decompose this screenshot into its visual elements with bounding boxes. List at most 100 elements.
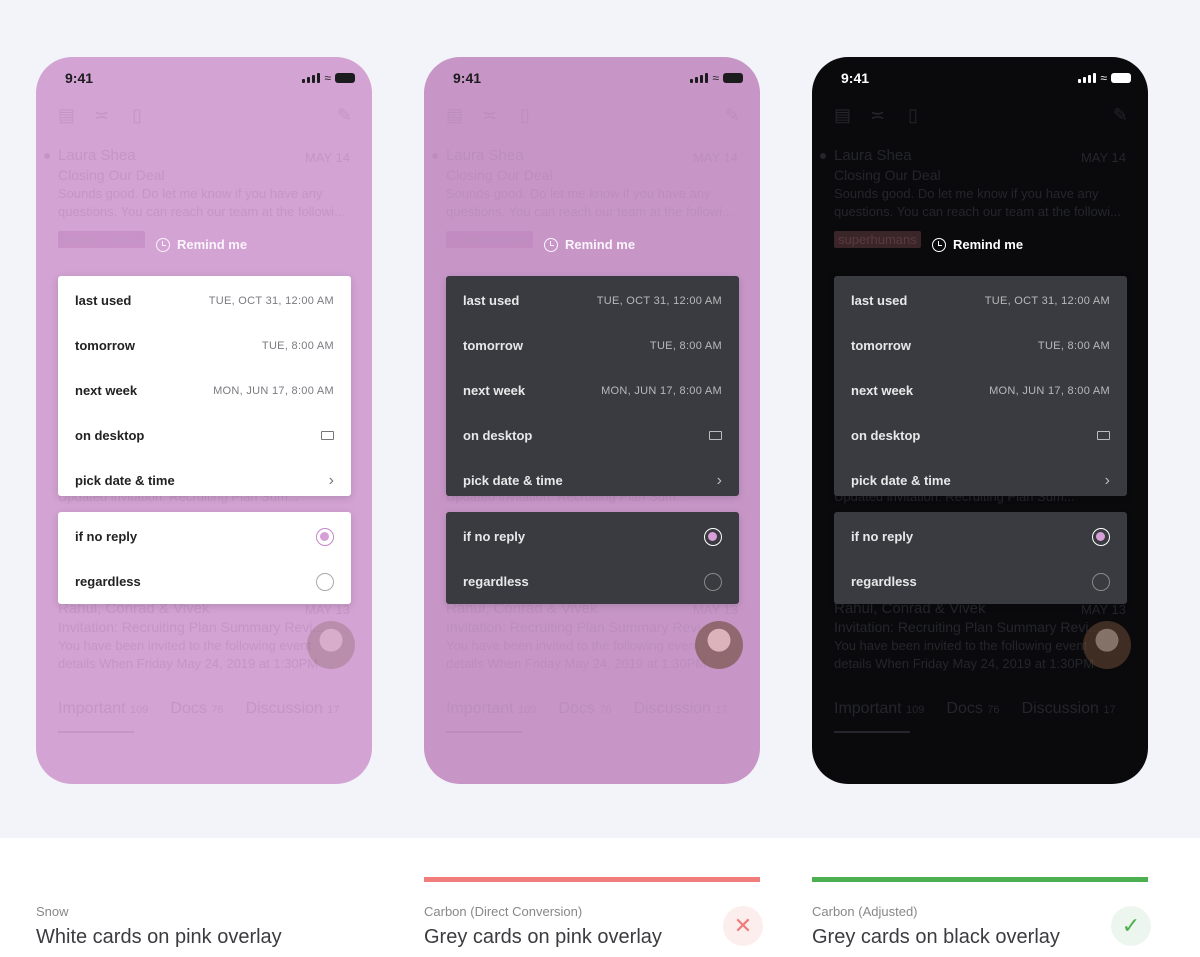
menu-item-last-used[interactable]: last used TUE, OCT 31, 12:00 AM xyxy=(834,279,1127,322)
tab-docs[interactable]: Docs 76 xyxy=(170,700,223,718)
phone-carbon-adjusted: 9:41 ≈ ▤ ≍ ▯ ✎ Laura Shea MAY 14 Closing… xyxy=(812,57,1148,784)
sender-name[interactable]: Laura Shea xyxy=(58,147,136,164)
laptop-icon xyxy=(1097,431,1110,440)
radio-unselected-icon[interactable] xyxy=(316,572,334,591)
tab-underline xyxy=(834,731,910,733)
email-snippet: details When Friday May 24, 2019 at 1:30… xyxy=(446,656,707,671)
avatar xyxy=(1083,621,1131,669)
sender-name[interactable]: Laura Shea xyxy=(446,147,524,164)
option-regardless[interactable]: regardless xyxy=(446,560,739,603)
caption-subtitle: Carbon (Direct Conversion) xyxy=(424,904,583,919)
document-icon[interactable]: ▯ xyxy=(132,105,142,126)
menu-item-next-week[interactable]: next week MON, JUN 17, 8:00 AM xyxy=(834,369,1127,412)
close-icon: ✕ xyxy=(723,906,763,946)
tab-discussion[interactable]: Discussion 17 xyxy=(246,700,340,718)
menu-item-pick-date-time[interactable]: pick date & time › xyxy=(58,459,351,502)
menu-item-tomorrow[interactable]: tomorrow TUE, 8:00 AM xyxy=(446,324,739,367)
checkmark-icon: ✓ xyxy=(1111,906,1151,946)
menu-item-pick-date-time[interactable]: pick date & time › xyxy=(446,459,739,502)
caption-subtitle: Snow xyxy=(36,904,69,919)
option-if-no-reply[interactable]: if no reply xyxy=(58,515,351,558)
compose-icon[interactable]: ✎ xyxy=(725,105,740,126)
document-icon[interactable]: ▯ xyxy=(908,105,918,126)
avatar xyxy=(307,621,355,669)
email-subject: Closing Our Deal xyxy=(834,167,941,183)
signal-icon xyxy=(690,73,709,83)
clock-icon xyxy=(932,237,946,252)
status-time: 9:41 xyxy=(453,70,482,86)
chat-icon[interactable]: ▤ xyxy=(446,105,463,126)
document-icon[interactable]: ▯ xyxy=(520,105,530,126)
remind-time-menu: last used TUE, OCT 31, 12:00 AM tomorrow T… xyxy=(834,276,1127,496)
wifi-icon: ≈ xyxy=(712,71,719,85)
option-regardless[interactable]: regardless xyxy=(834,560,1127,603)
radio-unselected-icon[interactable] xyxy=(704,572,722,591)
phone-carbon-direct: 9:41 ≈ ▤ ≍ ▯ ✎ Laura Shea MAY 14 Closing… xyxy=(424,57,760,784)
clock-icon xyxy=(544,237,558,252)
clock-icon xyxy=(156,237,170,252)
caption-subtitle: Carbon (Adjusted) xyxy=(812,904,918,919)
menu-item-on-desktop[interactable]: on desktop xyxy=(446,414,739,457)
email-date: MAY 14 xyxy=(304,150,350,165)
radio-selected-icon[interactable] xyxy=(704,527,722,546)
menu-item-tomorrow[interactable]: tomorrow TUE, 8:00 AM xyxy=(58,324,351,367)
remind-me-title: Remind me xyxy=(156,237,247,252)
email-snippet: details When Friday May 24, 2019 at 1:30… xyxy=(834,656,1095,671)
remind-time-menu: last used TUE, OCT 31, 12:00 AM tomorrow T… xyxy=(446,276,739,496)
laptop-icon xyxy=(321,431,334,440)
email-snippet: questions. You can reach our team at the… xyxy=(446,204,733,219)
label-tag: superhumans xyxy=(58,231,145,248)
radio-selected-icon[interactable] xyxy=(1092,527,1110,546)
tab-bar: Important 109 Docs 76 Discussion 17 xyxy=(446,700,728,718)
unread-dot xyxy=(820,153,826,159)
tab-discussion[interactable]: Discussion 17 xyxy=(634,700,728,718)
chat-icon[interactable]: ▤ xyxy=(834,105,851,126)
option-if-no-reply[interactable]: if no reply xyxy=(834,515,1127,558)
email-snippet: Sounds good. Do let me know if you have … xyxy=(834,186,1099,201)
wifi-icon: ≈ xyxy=(324,71,331,85)
menu-item-pick-date-time[interactable]: pick date & time › xyxy=(834,459,1127,502)
menu-item-next-week[interactable]: next week MON, JUN 17, 8:00 AM xyxy=(58,369,351,412)
tab-discussion[interactable]: Discussion 17 xyxy=(1022,700,1116,718)
caption-title: Grey cards on black overlay xyxy=(812,926,1060,948)
sender-name[interactable]: Laura Shea xyxy=(834,147,912,164)
chat-icon[interactable]: ▤ xyxy=(58,105,75,126)
email-date: MAY 14 xyxy=(1080,150,1126,165)
filter-icon[interactable]: ≍ xyxy=(870,105,885,126)
filter-icon[interactable]: ≍ xyxy=(482,105,497,126)
menu-item-on-desktop[interactable]: on desktop xyxy=(58,414,351,457)
remind-condition-menu: if no reply regardless xyxy=(446,512,739,604)
filter-icon[interactable]: ≍ xyxy=(94,105,109,126)
menu-item-last-used[interactable]: last used TUE, OCT 31, 12:00 AM xyxy=(446,279,739,322)
wifi-icon: ≈ xyxy=(1100,71,1107,85)
menu-item-last-used[interactable]: last used TUE, OCT 31, 12:00 AM xyxy=(58,279,351,322)
tab-important[interactable]: Important 109 xyxy=(446,700,536,718)
tab-important[interactable]: Important 109 xyxy=(834,700,924,718)
remind-condition-menu: if no reply regardless xyxy=(834,512,1127,604)
menu-item-on-desktop[interactable]: on desktop xyxy=(834,414,1127,457)
email-date: MAY 14 xyxy=(692,150,738,165)
option-if-no-reply[interactable]: if no reply xyxy=(446,515,739,558)
pass-bar xyxy=(812,877,1148,882)
tab-bar: Important 109 Docs 76 Discussion 17 xyxy=(58,700,340,718)
email-subject: Closing Our Deal xyxy=(446,167,553,183)
battery-icon xyxy=(723,73,743,83)
status-time: 9:41 xyxy=(65,70,94,86)
radio-unselected-icon[interactable] xyxy=(1092,572,1110,591)
compose-icon[interactable]: ✎ xyxy=(337,105,352,126)
tab-important[interactable]: Important 109 xyxy=(58,700,148,718)
email-date: MAY 13 xyxy=(304,602,350,617)
email-snippet: details When Friday May 24, 2019 at 1:30… xyxy=(58,656,319,671)
menu-item-tomorrow[interactable]: tomorrow TUE, 8:00 AM xyxy=(834,324,1127,367)
tab-docs[interactable]: Docs 76 xyxy=(558,700,611,718)
unread-dot xyxy=(44,153,50,159)
caption-title: Grey cards on pink overlay xyxy=(424,926,662,948)
radio-selected-icon[interactable] xyxy=(316,527,334,546)
compose-icon[interactable]: ✎ xyxy=(1113,105,1128,126)
menu-item-next-week[interactable]: next week MON, JUN 17, 8:00 AM xyxy=(446,369,739,412)
option-regardless[interactable]: regardless xyxy=(58,560,351,603)
tab-docs[interactable]: Docs 76 xyxy=(946,700,999,718)
chevron-right-icon: › xyxy=(716,471,722,489)
tab-underline xyxy=(58,731,134,733)
label-tag: superhumans xyxy=(446,231,533,248)
